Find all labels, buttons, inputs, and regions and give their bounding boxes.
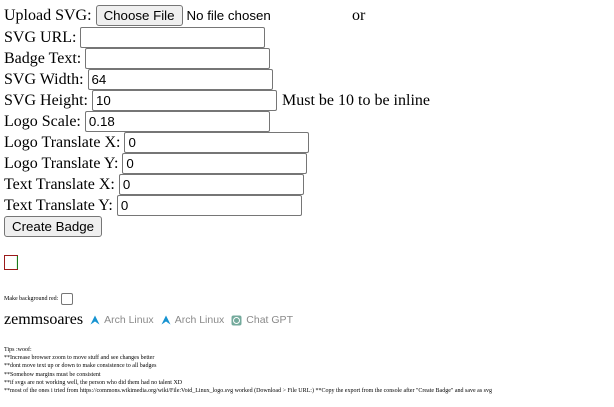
arch-linux-icon bbox=[90, 315, 100, 325]
tip-line: **if svgs are not working well, the pers… bbox=[4, 379, 183, 386]
svg-height-input[interactable] bbox=[92, 90, 277, 111]
svg-url-label: SVG URL: bbox=[4, 28, 77, 46]
upload-label: Upload SVG: bbox=[4, 6, 92, 24]
svg-url-input[interactable] bbox=[80, 27, 266, 48]
svg-width-row: SVG Width: bbox=[4, 69, 273, 90]
background-toggle-row: Make background red: bbox=[4, 293, 74, 305]
tip-line: **most of the ones i tried from https://… bbox=[4, 388, 492, 395]
logo-translate-y-input[interactable] bbox=[122, 153, 308, 174]
background-toggle-label: Make background red: bbox=[4, 295, 59, 302]
chatgpt-icon bbox=[231, 315, 242, 325]
svg-height-label: SVG Height: bbox=[4, 91, 88, 109]
badge-item: Arch Linux bbox=[161, 314, 225, 326]
arch-linux-icon bbox=[161, 315, 171, 325]
logo-translate-x-label: Logo Translate X: bbox=[4, 133, 121, 151]
text-translate-x-row: Text Translate X: bbox=[4, 174, 304, 195]
choose-file-button[interactable]: Choose File bbox=[95, 5, 183, 26]
logo-translate-x-input[interactable] bbox=[124, 132, 310, 153]
logo-translate-y-row: Logo Translate Y: bbox=[4, 153, 308, 174]
badge-text-row: Badge Text: bbox=[4, 48, 271, 69]
text-translate-y-input[interactable] bbox=[116, 195, 302, 216]
background-red-checkbox[interactable] bbox=[61, 293, 74, 305]
create-badge-row: Create Badge bbox=[4, 216, 103, 237]
tip-line: **Somehow margins must be consistent bbox=[4, 371, 101, 378]
badge-label: Chat GPT bbox=[246, 314, 293, 326]
badge-preview bbox=[4, 255, 18, 270]
upload-row: Upload SVG: Choose File No file chosen bbox=[4, 5, 271, 26]
badge-item: Arch Linux bbox=[90, 314, 154, 326]
username: zemmsoares bbox=[4, 311, 84, 328]
tip-line: Tips :woof: bbox=[4, 347, 32, 353]
file-status: No file chosen bbox=[186, 8, 271, 23]
badges-row: zemmsoares Arch Linux Arch Linux Chat GP… bbox=[4, 311, 293, 329]
svg-width-input[interactable] bbox=[87, 69, 273, 90]
text-translate-x-input[interactable] bbox=[118, 174, 304, 195]
logo-scale-row: Logo Scale: bbox=[4, 111, 270, 132]
badge-text-label: Badge Text: bbox=[4, 49, 82, 67]
badge-label: Arch Linux bbox=[174, 314, 225, 326]
text-translate-y-row: Text Translate Y: bbox=[4, 195, 302, 216]
or-text: or bbox=[352, 7, 366, 24]
badge-label: Arch Linux bbox=[104, 314, 154, 326]
svg-height-note: Must be 10 to be inline bbox=[282, 91, 430, 109]
text-translate-x-label: Text Translate X: bbox=[4, 175, 115, 193]
tip-line: **Increase browser zoom to move stuff an… bbox=[4, 355, 155, 362]
svg-width-label: SVG Width: bbox=[4, 70, 84, 88]
logo-translate-x-row: Logo Translate X: bbox=[4, 132, 310, 153]
svg-url-row: SVG URL: bbox=[4, 27, 266, 48]
logo-translate-y-label: Logo Translate Y: bbox=[4, 154, 119, 172]
tips-section: Tips :woof: **Increase browser zoom to m… bbox=[4, 346, 492, 395]
tip-line: **dont move text up or down to make cons… bbox=[4, 363, 157, 370]
create-badge-button[interactable]: Create Badge bbox=[4, 216, 103, 237]
logo-scale-input[interactable] bbox=[84, 111, 270, 132]
badge-text-input[interactable] bbox=[85, 48, 271, 69]
logo-scale-label: Logo Scale: bbox=[4, 112, 81, 130]
badge-item: Chat GPT bbox=[231, 314, 293, 326]
badge-creator-page: Upload SVG: Choose File No file chosen o… bbox=[0, 0, 614, 407]
svg-height-row: SVG Height: Must be 10 to be inline bbox=[4, 90, 430, 111]
text-translate-y-label: Text Translate Y: bbox=[4, 196, 113, 214]
